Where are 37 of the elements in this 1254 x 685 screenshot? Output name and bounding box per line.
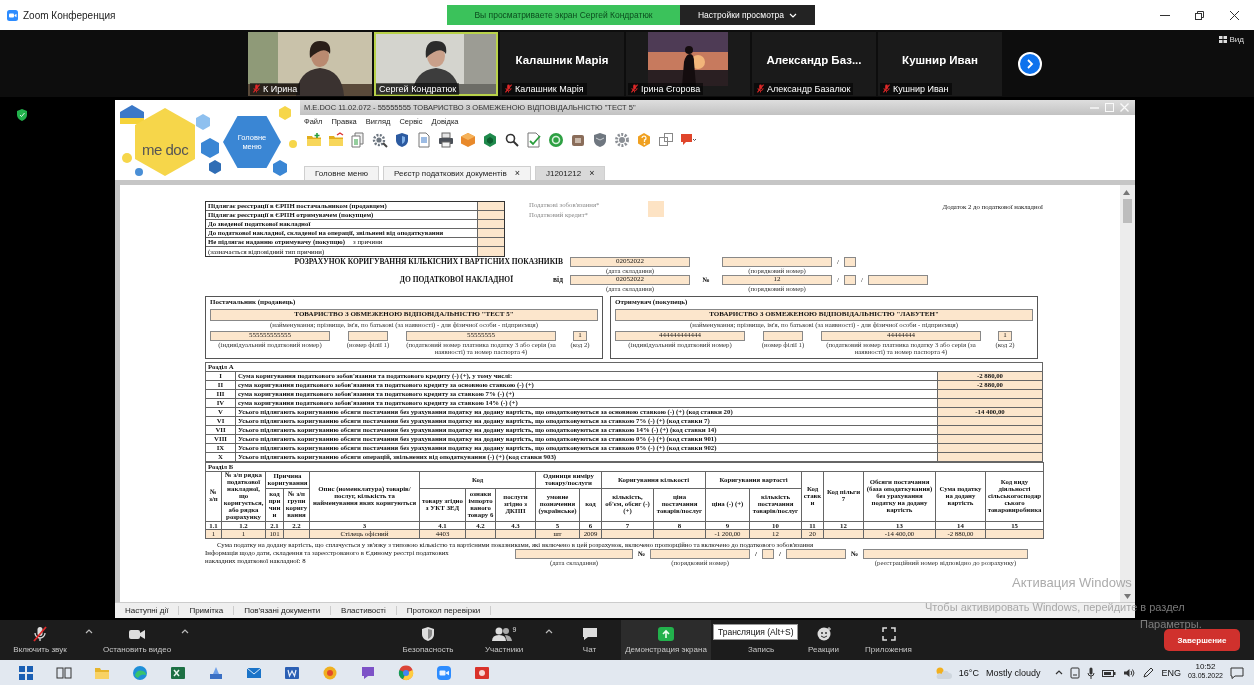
watermark-text: Параметры. [1140,618,1202,630]
view-options-button[interactable]: Настройки просмотра [680,5,815,25]
name-label: Сергей Кондратюк [376,82,460,95]
view-button[interactable]: Вид [1218,35,1244,44]
bottom-tab[interactable]: Протокол перевірки [396,606,492,615]
bottom-tab[interactable]: Пов'язані документи [234,606,332,615]
bottom-tab[interactable]: Властивості [331,606,397,615]
apps-button[interactable]: Приложения [856,620,921,660]
name-label: Кушнир Иван [880,82,952,95]
participant-name: Александр Баз... [765,53,863,66]
close-tab-button[interactable]: × [514,169,520,178]
close-tab-button[interactable]: × [589,169,595,178]
chat-button[interactable]: Чат [558,620,621,660]
tab[interactable]: J1201212 × [534,166,606,180]
name-label: Калашник Марія [502,82,587,95]
watermark-text: Активация Windows [1012,575,1132,590]
bottom-tab[interactable]: Примітка [179,606,235,615]
unmute-button[interactable]: Включить звук [0,620,80,660]
window-title: Zoom Конференция [23,9,116,21]
tab[interactable]: Головне меню [304,166,379,180]
name-label: Александр Базалюк [754,82,854,95]
stop-video-button[interactable]: Остановить видео [98,620,176,660]
language-indicator[interactable]: ENG [1161,667,1181,678]
participant-name: Кушнир Иван [901,53,979,66]
security-button[interactable]: Безопасность [388,620,468,660]
name-label: Ірина Єгорова [628,82,704,95]
temperature-text: 16°C [958,667,979,678]
tab[interactable]: Реєстр податкових документів × [383,166,531,180]
weather-text: Mostly cloudy [985,667,1041,678]
participant-name: Калашник Марія [514,53,610,66]
end-meeting-button[interactable]: Завершение [1164,629,1240,651]
bottom-tab[interactable]: Наступні дії [115,606,180,615]
share-banner: Вы просматриваете экран Сергей Кондратюк [447,5,680,25]
share-button[interactable]: Демонстрация экрана [621,620,711,660]
name-label: К Ирина [250,82,301,95]
tooltip: Трансляция (Alt+S) [713,624,799,640]
logo-text: me doc [142,141,189,158]
